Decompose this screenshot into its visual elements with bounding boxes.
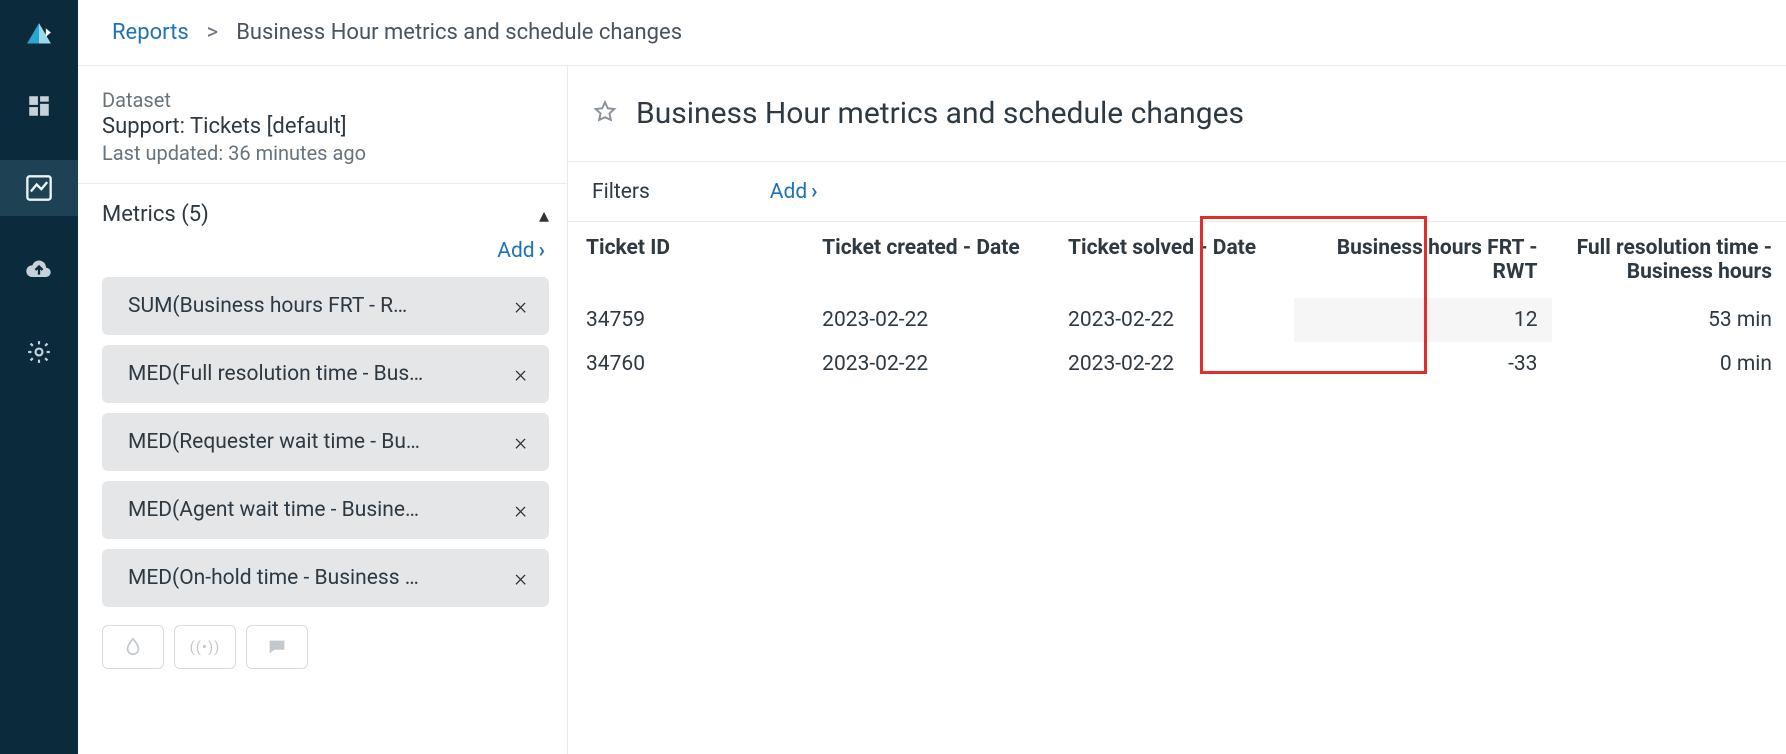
cloud-upload-icon	[25, 256, 53, 284]
metric-pill[interactable]: SUM(Business hours FRT - R… ×	[102, 277, 549, 335]
remove-metric-icon[interactable]: ×	[508, 494, 533, 526]
metric-label: SUM(Business hours FRT - R…	[128, 294, 508, 318]
metric-label: MED(On-hold time - Business …	[128, 566, 508, 590]
report-area: Business Hour metrics and schedule chang…	[568, 66, 1786, 754]
comment-icon	[266, 636, 288, 658]
table-row[interactable]: 34760 2023-02-22 2023-02-22 -33 0 min	[568, 342, 1786, 386]
dataset-updated: Last updated: 36 minutes ago	[102, 141, 543, 165]
metrics-header-label: Metrics (5)	[102, 202, 209, 227]
chevron-up-icon: ▴	[539, 203, 549, 227]
cell-frt-bh: 0 min	[1552, 342, 1786, 386]
col-ticket-id[interactable]: Ticket ID	[568, 222, 808, 298]
cell-frt-rwt: 12	[1294, 298, 1551, 342]
col-ticket-created[interactable]: Ticket created - Date	[808, 222, 1054, 298]
col-frt-rwt[interactable]: Business hours FRT - RWT	[1294, 222, 1551, 298]
tool-comment-icon[interactable]	[246, 625, 308, 669]
nav-dashboard[interactable]	[0, 78, 78, 134]
cell-id: 34760	[568, 342, 808, 386]
cell-solved: 2023-02-22	[1054, 298, 1294, 342]
tool-broadcast-icon[interactable]: ((•))	[174, 625, 236, 669]
dataset-name[interactable]: Support: Tickets [default]	[102, 114, 543, 139]
metric-pill[interactable]: MED(Full resolution time - Bus… ×	[102, 345, 549, 403]
dataset-summary: Dataset Support: Tickets [default] Last …	[78, 66, 567, 184]
main-area: Reports > Business Hour metrics and sche…	[78, 0, 1786, 754]
chart-icon	[25, 174, 53, 202]
star-icon	[592, 99, 618, 125]
drop-icon	[122, 636, 144, 658]
left-nav-rail	[0, 0, 78, 754]
col-frt-bh[interactable]: Full resolution time - Business hours	[1552, 222, 1786, 298]
cell-solved: 2023-02-22	[1054, 342, 1294, 386]
result-table: Ticket ID Ticket created - Date Ticket s…	[568, 222, 1786, 386]
filters-add-link[interactable]: Add›	[770, 180, 818, 204]
breadcrumb-current: Business Hour metrics and schedule chang…	[236, 20, 682, 45]
metric-pill[interactable]: MED(On-hold time - Business … ×	[102, 549, 549, 607]
metrics-add-link[interactable]: Add›	[102, 239, 545, 263]
metric-pill[interactable]: MED(Agent wait time - Busine… ×	[102, 481, 549, 539]
col-ticket-solved[interactable]: Ticket solved - Date	[1054, 222, 1294, 298]
metric-label: MED(Full resolution time - Bus…	[128, 362, 508, 386]
nav-admin[interactable]	[0, 324, 78, 380]
nav-reports[interactable]	[0, 160, 78, 216]
remove-metric-icon[interactable]: ×	[508, 426, 533, 458]
result-table-wrap[interactable]: Ticket ID Ticket created - Date Ticket s…	[568, 222, 1786, 386]
cell-created: 2023-02-22	[808, 298, 1054, 342]
gear-icon	[26, 339, 52, 365]
config-sidepanel: Dataset Support: Tickets [default] Last …	[78, 66, 568, 754]
metrics-section-header[interactable]: Metrics (5) ▴	[102, 202, 549, 227]
metric-label: MED(Requester wait time - Bu…	[128, 430, 508, 454]
cell-frt-bh: 53 min	[1552, 298, 1786, 342]
filters-label: Filters	[592, 180, 650, 204]
remove-metric-icon[interactable]: ×	[508, 290, 533, 322]
report-title[interactable]: Business Hour metrics and schedule chang…	[636, 96, 1244, 131]
dataset-label: Dataset	[102, 88, 543, 112]
remove-metric-icon[interactable]: ×	[508, 358, 533, 390]
breadcrumb-root[interactable]: Reports	[112, 20, 189, 45]
tool-drop-icon[interactable]	[102, 625, 164, 669]
table-row[interactable]: 34759 2023-02-22 2023-02-22 12 53 min	[568, 298, 1786, 342]
breadcrumb: Reports > Business Hour metrics and sche…	[78, 0, 1786, 66]
metric-tools: ((•))	[102, 625, 549, 669]
breadcrumb-sep: >	[207, 20, 219, 45]
dashboard-icon	[26, 93, 52, 119]
remove-metric-icon[interactable]: ×	[508, 562, 533, 594]
cell-created: 2023-02-22	[808, 342, 1054, 386]
favorite-toggle[interactable]	[592, 99, 618, 129]
cell-id: 34759	[568, 298, 808, 342]
metric-label: MED(Agent wait time - Busine…	[128, 498, 508, 522]
metric-pill[interactable]: MED(Requester wait time - Bu… ×	[102, 413, 549, 471]
nav-datasets[interactable]	[0, 242, 78, 298]
cell-frt-rwt: -33	[1294, 342, 1551, 386]
broadcast-icon: ((•))	[190, 638, 221, 656]
app-logo[interactable]	[22, 18, 56, 52]
